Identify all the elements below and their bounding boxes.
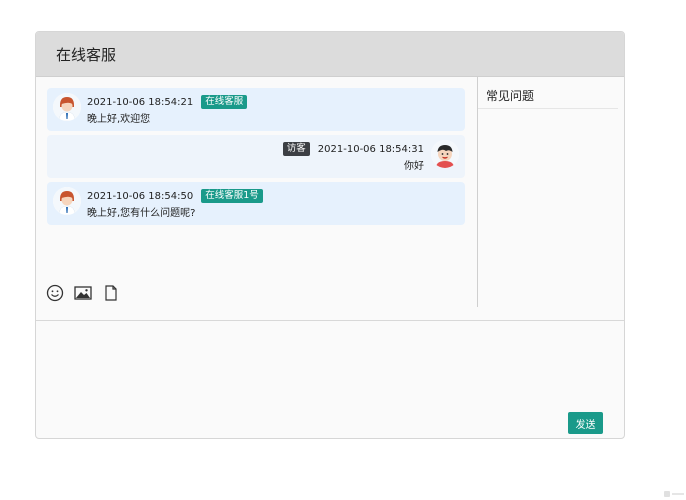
message-time: 2021-10-06 18:54:50: [87, 190, 194, 202]
message-time: 2021-10-06 18:54:31: [317, 143, 424, 155]
message-time: 2021-10-06 18:54:21: [87, 96, 194, 108]
message-meta: 2021-10-06 18:54:50 在线客服1号: [87, 189, 263, 203]
faq-title: 常见问题: [478, 77, 618, 109]
message-list[interactable]: 2021-10-06 18:54:21 在线客服 晚上好,欢迎您 访客 2021…: [36, 77, 477, 307]
sender-badge: 访客: [282, 142, 310, 156]
panel-header: 在线客服: [36, 32, 624, 77]
message-text: 晚上好,您有什么问题呢?: [87, 208, 196, 219]
message-meta: 访客 2021-10-06 18:54:31: [282, 142, 424, 156]
service-avatar: [53, 187, 81, 215]
page-title: 在线客服: [56, 45, 117, 64]
message-item: 访客 2021-10-06 18:54:31 你好: [47, 135, 465, 178]
message-text: 你好: [404, 161, 424, 172]
composer-toolbar: [46, 284, 120, 302]
visitor-avatar: [431, 140, 459, 168]
watermark-logo: [664, 491, 684, 499]
image-icon[interactable]: [74, 284, 92, 302]
service-avatar: [53, 93, 81, 121]
sender-badge: 在线客服1号: [201, 189, 263, 203]
emoji-icon[interactable]: [46, 284, 64, 302]
faq-panel: 常见问题: [478, 77, 624, 307]
message-item: 2021-10-06 18:54:50 在线客服1号 晚上好,您有什么问题呢?: [47, 182, 465, 225]
message-meta: 2021-10-06 18:54:21 在线客服: [87, 95, 248, 109]
send-button[interactable]: 发送: [568, 412, 603, 434]
message-text: 晚上好,欢迎您: [87, 114, 151, 125]
chat-body: 2021-10-06 18:54:21 在线客服 晚上好,欢迎您 访客 2021…: [36, 77, 624, 321]
message-item: 2021-10-06 18:54:21 在线客服 晚上好,欢迎您: [47, 88, 465, 131]
chat-panel: 在线客服 2021-10-06 18:54:21 在线客服 晚上好,欢迎您 访客…: [35, 31, 625, 439]
file-icon[interactable]: [102, 284, 120, 302]
sender-badge: 在线客服: [201, 95, 248, 109]
